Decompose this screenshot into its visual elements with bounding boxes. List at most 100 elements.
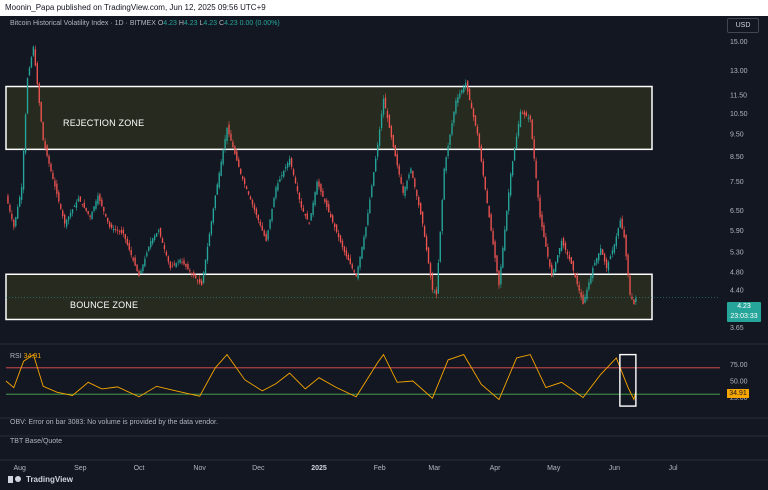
candle-body <box>576 275 578 284</box>
candle-body <box>388 115 391 128</box>
candle-body <box>588 282 590 290</box>
candle-body <box>285 166 287 169</box>
candle-body <box>328 204 330 213</box>
candle-body <box>128 242 130 250</box>
candle-body <box>412 170 414 178</box>
candle-body <box>529 115 531 120</box>
candle-body <box>101 199 103 207</box>
candle-body <box>290 158 293 167</box>
candle-body <box>396 154 398 166</box>
candle-body <box>535 160 537 179</box>
candle-body <box>326 200 328 207</box>
candle-body <box>226 127 228 141</box>
candle-body <box>32 46 35 56</box>
y-tick-label: 6.50 <box>730 208 744 215</box>
tbt-label: TBT Base/Quote <box>10 438 63 445</box>
candle-body <box>435 289 438 295</box>
candle-body <box>112 228 115 231</box>
candle-body <box>363 236 365 250</box>
candle-body <box>249 196 252 200</box>
candle-body <box>484 177 486 190</box>
candle-body <box>304 213 306 216</box>
candle-body <box>50 163 52 172</box>
x-tick-label: Apr <box>490 465 502 472</box>
candle-body <box>564 243 567 251</box>
candle-body <box>75 202 78 208</box>
candle-body <box>7 195 9 204</box>
x-tick-label: Aug <box>13 465 26 472</box>
candle-body <box>398 165 400 175</box>
candle-body <box>236 151 238 161</box>
candle-body <box>322 190 324 197</box>
candle-body <box>91 211 93 220</box>
x-tick-label: Nov <box>193 465 206 472</box>
candle-body <box>414 178 416 187</box>
candle-body <box>275 187 277 198</box>
candle-body <box>89 215 91 218</box>
candle-body <box>406 180 408 190</box>
candle-body <box>308 222 310 224</box>
candle-body <box>392 134 395 148</box>
candle-body <box>77 198 80 202</box>
candle-body <box>537 180 539 198</box>
candle-body <box>52 172 54 180</box>
candle-body <box>423 226 426 237</box>
candle-body <box>185 263 187 267</box>
candle-body <box>416 190 418 197</box>
candle-body <box>488 206 490 218</box>
candle-body <box>371 185 373 198</box>
currency-button[interactable]: USD <box>727 18 759 33</box>
candle-body <box>15 217 17 226</box>
candle-body <box>468 88 471 101</box>
tradingview-logo-icon <box>8 475 22 484</box>
candle-body <box>253 204 256 210</box>
candle-body <box>619 220 621 228</box>
candle-body <box>613 244 616 253</box>
x-tick-label: 2025 <box>311 465 327 472</box>
candle-body <box>547 246 549 257</box>
candle-body <box>271 208 273 221</box>
candle-body <box>596 258 598 264</box>
tradingview-brand[interactable]: TradingView <box>8 475 73 484</box>
candle-body <box>200 280 203 286</box>
candle-body <box>441 200 443 232</box>
candle-body <box>625 234 627 257</box>
candle-body <box>478 133 481 148</box>
candle-body <box>531 119 533 139</box>
candle-body <box>621 218 623 229</box>
candle-body <box>148 246 150 251</box>
candle-body <box>261 225 263 231</box>
candle-body <box>316 181 318 195</box>
candle-body <box>594 263 596 266</box>
candle-body <box>171 265 173 267</box>
candle-body <box>433 292 436 293</box>
candle-body <box>79 196 82 202</box>
candle-body <box>429 263 432 277</box>
candle-body <box>560 240 563 251</box>
y-tick-label: 4.80 <box>730 270 744 277</box>
candle-body <box>635 297 637 303</box>
candle-body <box>629 276 631 295</box>
candle-body <box>443 168 445 200</box>
candle-body <box>108 222 111 227</box>
candle-body <box>259 221 261 226</box>
candle-body <box>549 259 551 267</box>
candle-body <box>142 264 144 272</box>
candle-body <box>496 255 498 272</box>
candle-body <box>132 257 134 261</box>
rsi-value: 34.91 <box>23 353 42 360</box>
candle-body <box>324 199 326 202</box>
close-value: 4.23 <box>224 20 238 27</box>
candle-body <box>283 170 285 177</box>
candle-body <box>425 236 428 251</box>
candle-body <box>28 67 31 76</box>
candle-body <box>287 162 289 168</box>
y-tick-label: 5.30 <box>730 250 744 257</box>
obv-error-text: OBV: Error on bar 3083: No volume is pro… <box>10 419 218 426</box>
y-tick-label: 9.50 <box>730 131 744 138</box>
candle-body <box>85 207 87 211</box>
candle-body <box>67 216 70 221</box>
candle-body <box>511 161 514 176</box>
candle-body <box>60 204 62 209</box>
candle-body <box>498 270 500 286</box>
